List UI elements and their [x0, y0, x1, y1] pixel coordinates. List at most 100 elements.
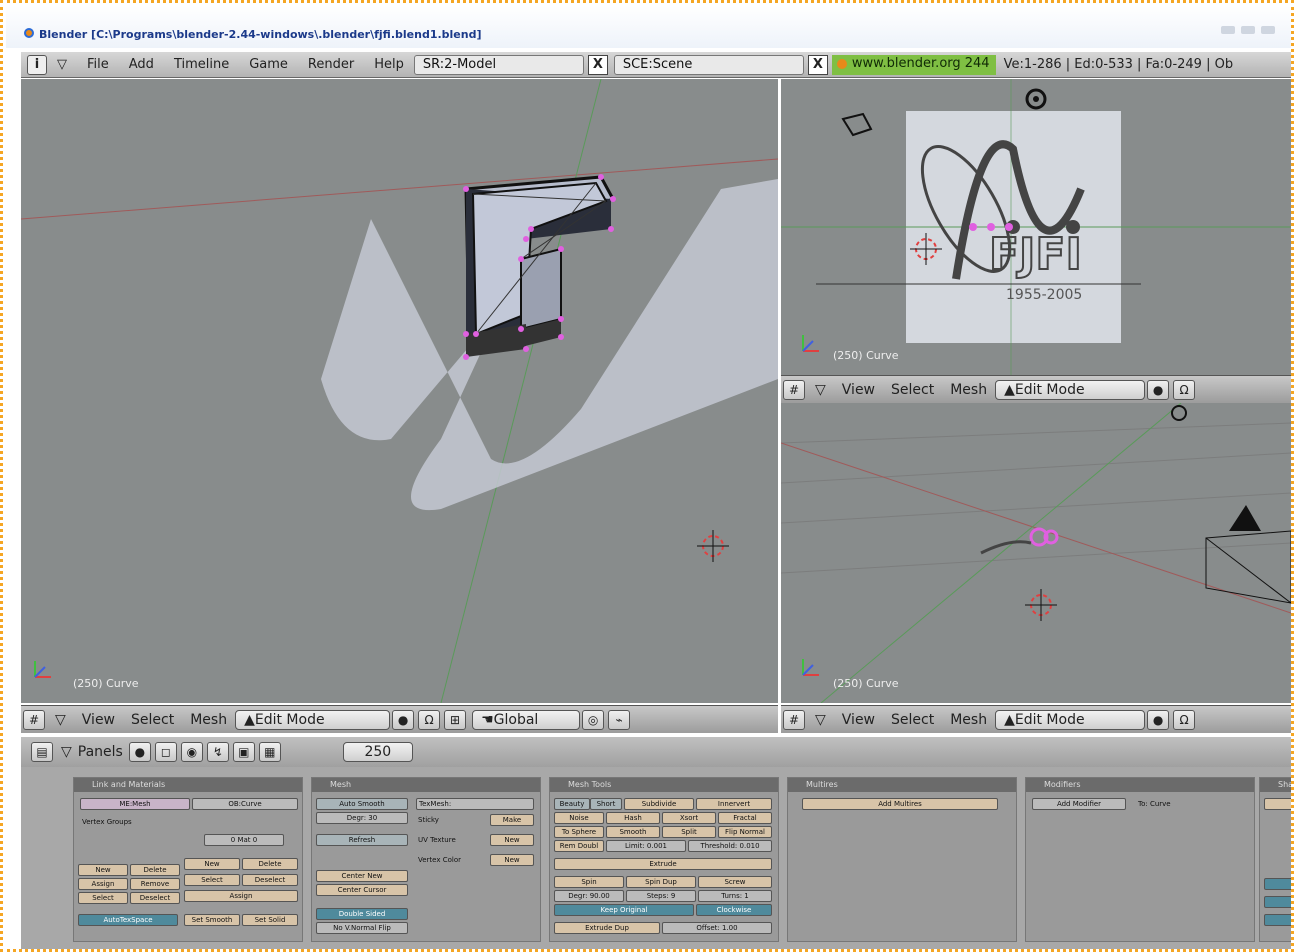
noise-button[interactable]: Noise: [554, 812, 604, 824]
sticky-make-button[interactable]: Make: [490, 814, 534, 826]
logic-icon[interactable]: ◉: [180, 742, 203, 762]
texmesh-field[interactable]: TexMesh:: [416, 798, 534, 810]
collapse-arrow-icon[interactable]: ▽: [815, 382, 826, 398]
scene-field[interactable]: SCE:Scene: [613, 54, 804, 75]
draw-type-icon[interactable]: ●: [1147, 379, 1170, 400]
menu-select[interactable]: Select: [891, 712, 934, 728]
hash-button[interactable]: Hash: [606, 812, 660, 824]
screen-delete-button[interactable]: X: [587, 54, 608, 75]
auto-smooth-toggle[interactable]: Auto Smooth: [316, 798, 408, 810]
threshold-field[interactable]: Threshold: 0.010: [688, 840, 772, 852]
collapse-arrow-icon[interactable]: ▽: [55, 712, 66, 728]
vcol-new-button[interactable]: New: [490, 854, 534, 866]
blender-web-link[interactable]: www.blender.org 244: [831, 54, 996, 75]
add-modifier-menu[interactable]: Add Modifier: [1032, 798, 1126, 810]
collapse-arrow-icon[interactable]: ▽: [61, 744, 72, 760]
split-button[interactable]: Split: [662, 826, 716, 838]
innervert-button[interactable]: Innervert: [696, 798, 772, 810]
menu-add[interactable]: Add: [129, 57, 154, 72]
group-remove-button[interactable]: Remove: [130, 878, 180, 890]
orientation-select[interactable]: ☚ Global: [472, 709, 581, 730]
scene-delete-button[interactable]: X: [807, 54, 828, 75]
shapes-toggle-3[interactable]: [1264, 914, 1291, 926]
auto-tex-space-button[interactable]: AutoTexSpace: [78, 914, 178, 926]
menu-select[interactable]: Select: [131, 712, 174, 728]
spin-button[interactable]: Spin: [554, 876, 624, 888]
shapes-button[interactable]: [1264, 798, 1291, 810]
fractal-button[interactable]: Fractal: [718, 812, 772, 824]
add-multires-button[interactable]: Add Multires: [802, 798, 998, 810]
shapes-toggle[interactable]: [1264, 878, 1291, 890]
menu-render[interactable]: Render: [308, 57, 354, 72]
mode-select[interactable]: ▲ Edit Mode: [995, 379, 1146, 400]
limit-field[interactable]: Limit: 0.001: [606, 840, 686, 852]
minimize-icon[interactable]: [1221, 26, 1235, 34]
collapse-arrow-icon[interactable]: ▽: [57, 57, 67, 72]
material-index-field[interactable]: 0 Mat 0: [204, 834, 284, 846]
smooth-button[interactable]: Smooth: [606, 826, 660, 838]
extrude-dup-button[interactable]: Extrude Dup: [554, 922, 660, 934]
group-assign-button[interactable]: Assign: [78, 878, 128, 890]
material-delete-button[interactable]: Delete: [242, 858, 298, 870]
extrude-button[interactable]: Extrude: [554, 858, 772, 870]
material-assign-button[interactable]: Assign: [184, 890, 298, 902]
editing-icon[interactable]: ▣: [232, 742, 255, 762]
center-new-button[interactable]: Center New: [316, 870, 408, 882]
menu-view[interactable]: View: [82, 712, 115, 728]
scene-icon[interactable]: ▦: [258, 742, 281, 762]
group-new-button[interactable]: New: [78, 864, 128, 876]
screen-field[interactable]: SR:2-Model: [413, 54, 584, 75]
material-new-button[interactable]: New: [184, 858, 240, 870]
rem-doubles-button[interactable]: Rem Doubl: [554, 840, 604, 852]
menu-timeline[interactable]: Timeline: [174, 57, 229, 72]
group-deselect-button[interactable]: Deselect: [130, 892, 180, 904]
offset-field[interactable]: Offset: 1.00: [662, 922, 772, 934]
set-solid-button[interactable]: Set Solid: [242, 914, 298, 926]
widget-icon[interactable]: ⊞: [444, 709, 467, 730]
short-toggle[interactable]: Short: [590, 798, 622, 810]
maximize-icon[interactable]: [1241, 26, 1255, 34]
window-type-icon[interactable]: #: [23, 709, 45, 730]
spin-dup-button[interactable]: Spin Dup: [626, 876, 696, 888]
proportional-edit-icon[interactable]: ◎: [582, 709, 605, 730]
subdivide-button[interactable]: Subdivide: [624, 798, 694, 810]
group-select-button[interactable]: Select: [78, 892, 128, 904]
info-window-type-button[interactable]: i: [27, 54, 47, 75]
uv-new-button[interactable]: New: [490, 834, 534, 846]
top-right-3d-viewport[interactable]: FJFI 1955-2005 (250) Curve: [781, 79, 1291, 375]
refresh-button[interactable]: Refresh: [316, 834, 408, 846]
degr-field[interactable]: Degr: 30: [316, 812, 408, 824]
turns-field[interactable]: Turns: 1: [698, 890, 772, 902]
frame-field[interactable]: 250: [342, 742, 413, 762]
menu-select[interactable]: Select: [891, 382, 934, 398]
set-smooth-button[interactable]: Set Smooth: [184, 914, 240, 926]
shapes-toggle-2[interactable]: [1264, 896, 1291, 908]
center-cursor-button[interactable]: Center Cursor: [316, 884, 408, 896]
steps-field[interactable]: Steps: 9: [626, 890, 696, 902]
group-delete-button[interactable]: Delete: [130, 864, 180, 876]
xsort-button[interactable]: Xsort: [662, 812, 716, 824]
material-deselect-button[interactable]: Deselect: [242, 874, 298, 886]
window-type-icon[interactable]: #: [783, 379, 805, 400]
mode-select[interactable]: ▲ Edit Mode: [995, 709, 1146, 730]
flip-normal-button[interactable]: Flip Normal: [718, 826, 772, 838]
spin-degr-field[interactable]: Degr: 90.00: [554, 890, 624, 902]
to-sphere-button[interactable]: To Sphere: [554, 826, 604, 838]
snap-icon[interactable]: ⌁: [608, 709, 631, 730]
collapse-arrow-icon[interactable]: ▽: [815, 712, 826, 728]
pivot-icon[interactable]: Ω: [1173, 379, 1196, 400]
menu-view[interactable]: View: [842, 382, 875, 398]
menu-mesh[interactable]: Mesh: [950, 382, 987, 398]
draw-type-icon[interactable]: ●: [392, 709, 415, 730]
screw-button[interactable]: Screw: [698, 876, 772, 888]
menu-mesh[interactable]: Mesh: [190, 712, 227, 728]
window-type-icon[interactable]: ▤: [31, 742, 53, 762]
menu-game[interactable]: Game: [249, 57, 288, 72]
pivot-icon[interactable]: Ω: [1173, 709, 1196, 730]
menu-file[interactable]: File: [87, 57, 109, 72]
close-window-icon[interactable]: [1261, 26, 1275, 34]
double-sided-toggle[interactable]: Double Sided: [316, 908, 408, 920]
main-3d-viewport[interactable]: (250) Curve: [21, 79, 778, 703]
no-vnormal-flip-toggle[interactable]: No V.Normal Flip: [316, 922, 408, 934]
script-icon[interactable]: ↯: [206, 742, 229, 762]
